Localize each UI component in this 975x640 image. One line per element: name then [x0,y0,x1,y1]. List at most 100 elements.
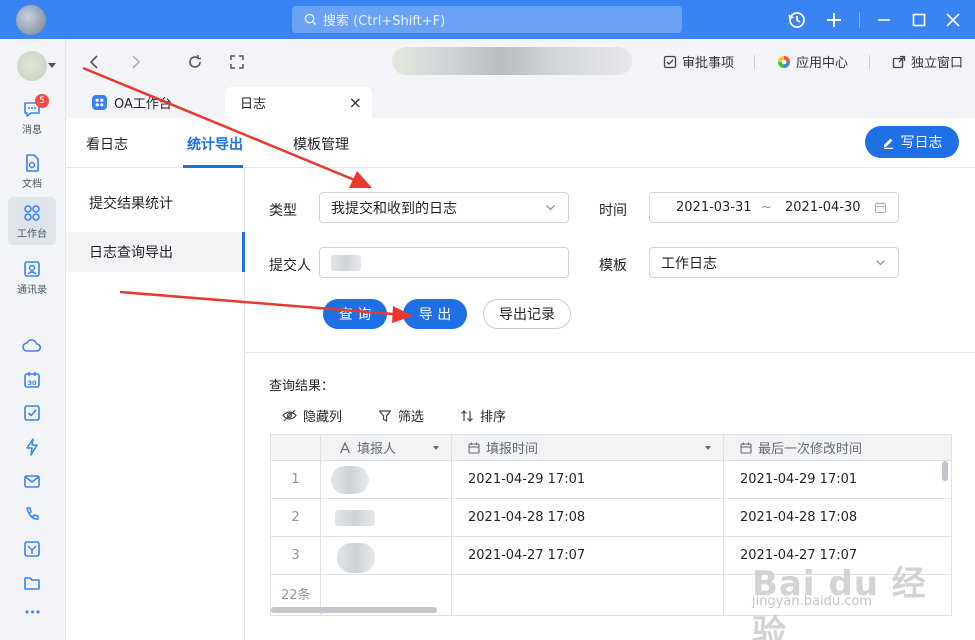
calendar-icon[interactable]: 30 [22,370,42,390]
lightning-icon[interactable] [22,437,42,457]
template-select-value: 工作日志 [661,255,717,272]
app-avatar[interactable] [16,5,46,35]
submitter-cell[interactable] [321,537,452,575]
date-range-picker[interactable]: 2021-03-31 ~ 2021-04-30 [649,192,899,223]
user-avatar[interactable] [17,51,47,81]
tab-log-label: 日志 [240,97,267,112]
fullscreen-icon[interactable] [228,53,246,71]
column-dropdown-icon[interactable] [433,446,439,450]
nav-label-workbench: 工作台 [17,228,47,240]
hide-columns-label: 隐藏列 [303,410,343,425]
checkbox-icon[interactable] [22,403,42,423]
tab-oa-workbench-label: OA工作台 [114,97,172,112]
side-item-log-query-export[interactable]: 日志查询导出 [66,232,245,272]
submitter-cell[interactable] [321,461,452,499]
hide-columns-button[interactable]: 隐藏列 [282,406,342,425]
calendar-small-icon [874,202,887,214]
query-button[interactable]: 查 询 [323,299,387,329]
type-select-value: 我提交和收到的日志 [331,200,457,217]
nav-label-messages: 消息 [22,124,42,136]
nav-label-contacts: 通讯录 [17,284,47,296]
fill-time-cell[interactable]: 2021-04-28 17:08 [452,499,724,537]
type-label: 类型 [269,203,297,219]
more-icon[interactable]: ••• [22,606,42,619]
app-center-label: 应用中心 [796,56,849,71]
fill-time-cell[interactable]: 2021-04-27 17:07 [452,537,724,575]
tab-log[interactable]: 日志 × [225,87,372,118]
mail-icon[interactable] [22,471,42,491]
template-select[interactable]: 工作日志 [649,247,899,278]
row-number: 2 [271,499,321,537]
phone-icon[interactable] [22,505,42,525]
column-dropdown-icon[interactable] [705,446,711,450]
submitter-input[interactable] [319,247,569,278]
template-label: 模板 [599,258,627,274]
separate-window-link[interactable]: 独立窗口 [892,52,963,71]
eye-icon [282,409,297,422]
time-label: 时间 [599,203,627,219]
section-divider [246,352,975,353]
submitter-avatar-blurred [331,466,369,494]
sort-button[interactable]: 排序 [460,406,506,425]
app-center-link[interactable]: 应用中心 [777,52,848,71]
active-tab-indicator [183,165,243,168]
nav-item-messages[interactable]: 消息 5 [8,93,56,141]
approval-icon[interactable] [22,539,42,559]
vertical-scrollbar[interactable] [942,461,948,481]
maximize-icon[interactable] [909,10,929,30]
horizontal-scrollbar[interactable] [271,607,437,613]
refresh-icon[interactable] [186,53,204,71]
toolbar-separator [869,55,870,69]
export-history-button[interactable]: 导出记录 [483,299,571,329]
export-button[interactable]: 导 出 [403,299,467,329]
baidu-jingyan-watermark: Bai du 经验 jingyan.baidu.com [752,556,957,640]
nav-item-documents[interactable]: 文档 [8,147,56,195]
fill-time-cell[interactable]: 2021-04-29 17:01 [452,461,724,499]
workbench-icon [24,204,40,221]
user-menu-caret-icon[interactable] [48,63,56,68]
titlebar-divider [859,12,860,28]
write-log-label: 写日志 [900,135,943,151]
contacts-icon [24,260,40,277]
tab-stats-export[interactable]: 统计导出 [187,134,243,154]
approval-items-link[interactable]: 审批事项 [663,52,734,71]
forward-icon[interactable] [126,53,144,71]
oa-app-icon [92,95,107,110]
watermark-url: jingyan.baidu.com [752,594,872,609]
modified-time-cell[interactable]: 2021-04-28 17:08 [724,499,951,537]
modified-time-cell[interactable]: 2021-04-29 17:01 [724,461,951,499]
tab-view-logs[interactable]: 看日志 [86,134,128,154]
nav-item-workbench[interactable]: 工作台 [8,197,56,245]
plus-icon[interactable] [824,10,844,30]
write-log-button[interactable]: 写日志 [865,126,959,158]
search-placeholder: 搜索 (Ctrl+Shift+F) [323,14,446,29]
close-window-icon[interactable] [943,10,963,30]
filter-button[interactable]: 筛选 [378,406,424,425]
side-item-label: 提交结果统计 [89,196,173,212]
tab-template-management[interactable]: 模板管理 [293,134,349,154]
nav-item-contacts[interactable]: 通讯录 [8,253,56,301]
folder-icon[interactable] [22,572,42,592]
date-start: 2021-03-31 [676,200,752,215]
cloud-icon[interactable] [22,336,42,356]
row-number: 3 [271,537,321,575]
filter-label: 筛选 [398,410,425,425]
date-field-icon [468,442,480,454]
toolbar-separator [754,55,755,69]
close-tab-icon[interactable]: × [349,93,362,112]
column-header-modified-time[interactable]: 最后一次修改时间 [724,435,951,461]
query-results-label: 查询结果： [269,379,335,394]
back-icon[interactable] [86,53,104,71]
approval-items-label: 审批事项 [682,56,735,71]
column-header-submitter[interactable]: 填报人 [321,435,452,461]
minimize-icon[interactable] [874,10,894,30]
pencil-icon [883,138,893,149]
side-item-submission-stats[interactable]: 提交结果统计 [66,183,244,223]
column-header-fill-time[interactable]: 填报时间 [452,435,724,461]
global-search-input[interactable]: 搜索 (Ctrl+Shift+F) [292,6,682,33]
history-icon[interactable] [787,10,807,30]
tab-oa-workbench[interactable]: OA工作台 [92,87,222,118]
type-select[interactable]: 我提交和收到的日志 [319,192,569,223]
submitter-cell[interactable] [321,499,452,537]
subtab-bar: 看日志 统计导出 模板管理 写日志 [66,118,975,168]
